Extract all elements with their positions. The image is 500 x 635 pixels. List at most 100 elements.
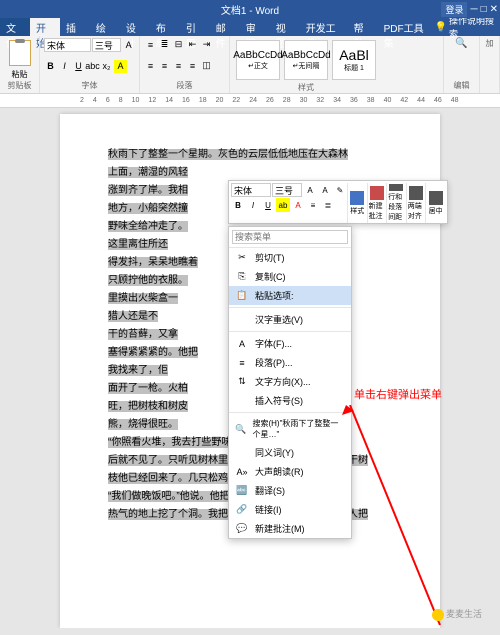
edit-group-label: 编辑: [448, 80, 475, 91]
app-title: 文档1 - Word: [221, 2, 279, 17]
link-icon: 🔗: [235, 504, 249, 516]
shading-icon[interactable]: ◫: [200, 59, 213, 72]
align-right-icon[interactable]: ≡: [172, 59, 185, 72]
window-min-icon[interactable]: ─: [470, 4, 477, 15]
strike-button[interactable]: abc: [86, 60, 99, 73]
watermark-logo-icon: [432, 609, 444, 621]
mini-format-icon[interactable]: ✎: [333, 183, 347, 197]
indent-dec-icon[interactable]: ⇤: [186, 38, 199, 51]
paste-label: 粘贴: [4, 69, 35, 80]
translate-icon: 🔤: [235, 485, 249, 497]
ctx-paste-options[interactable]: 📋粘贴选项:: [229, 286, 351, 305]
clipboard-group-label: 剪贴板: [4, 80, 35, 91]
menu-refs[interactable]: 引用: [180, 18, 210, 36]
menu-dev[interactable]: 开发工具: [300, 18, 348, 36]
menu-pdf[interactable]: PDF工具集: [378, 18, 435, 36]
menu-review[interactable]: 审阅: [240, 18, 270, 36]
mini-toolbar: 宋体 三号 A A ✎ B I U ab A ≡ ≣ 样式 新建批注 行和段落间…: [228, 180, 448, 224]
ruler[interactable]: 2468101214161820222426283032343638404244…: [0, 94, 500, 108]
menu-design[interactable]: 设计: [120, 18, 150, 36]
ctx-hanzi[interactable]: 汉字重选(V): [229, 310, 351, 329]
mini-size-select[interactable]: 三号: [272, 183, 302, 197]
window-close-icon[interactable]: ✕: [490, 4, 498, 15]
ctx-search-input[interactable]: [232, 230, 348, 244]
grow-font-icon[interactable]: A: [122, 38, 135, 51]
context-menu: ✂剪切(T) ⎘复制(C) 📋粘贴选项: 汉字重选(V) A字体(F)... ≡…: [228, 226, 352, 539]
ctx-para[interactable]: ≡段落(P)...: [229, 353, 351, 372]
ctx-font[interactable]: A字体(F)...: [229, 334, 351, 353]
sub-button[interactable]: x₂: [100, 60, 113, 73]
menu-view[interactable]: 视图: [270, 18, 300, 36]
style-nospacing[interactable]: AaBbCcDd↵无间隔: [284, 40, 328, 80]
font-name-select[interactable]: 宋体: [44, 38, 91, 52]
ctx-cut[interactable]: ✂剪切(T): [229, 248, 351, 267]
underline-button[interactable]: U: [72, 60, 85, 73]
ctx-synonym[interactable]: 同义词(Y): [229, 443, 351, 462]
mini-bold[interactable]: B: [231, 198, 245, 212]
mini-line-spacing[interactable]: 行和段落间距: [386, 183, 406, 223]
menu-file[interactable]: 文件: [0, 18, 30, 36]
watermark: 麦麦生活: [432, 607, 482, 621]
comment-icon: 💬: [235, 523, 249, 535]
mini-highlight[interactable]: ab: [276, 198, 290, 212]
style-heading1[interactable]: AaBl标题 1: [332, 40, 376, 80]
speaker-icon: A»: [235, 466, 249, 478]
para-dialog-icon: ≡: [235, 357, 249, 369]
mini-justify[interactable]: 两端对齐: [406, 183, 426, 223]
menu-home[interactable]: 开始: [30, 18, 60, 36]
mini-color[interactable]: A: [291, 198, 305, 212]
paste-icon[interactable]: [9, 40, 31, 66]
doc-text[interactable]: 秋雨下了整整一个星期。灰色的云层低低地压在大森林: [108, 149, 348, 160]
ctx-search[interactable]: 🔍搜索(H)"秋雨下了整整一个星…": [229, 415, 351, 443]
font-dialog-icon: A: [235, 338, 249, 350]
align-left-icon[interactable]: ≡: [144, 59, 157, 72]
ctx-translate[interactable]: 🔤翻译(S): [229, 481, 351, 500]
mini-numbering[interactable]: ≣: [321, 198, 335, 212]
ctx-copy[interactable]: ⎘复制(C): [229, 267, 351, 286]
ctx-read-aloud[interactable]: A»大声朗读(R): [229, 462, 351, 481]
styles-group-label: 样式: [234, 82, 378, 93]
annotation-arrow: [400, 405, 402, 625]
addin-group-label: 加: [484, 38, 495, 49]
mini-italic[interactable]: I: [246, 198, 260, 212]
mini-new-comment[interactable]: 新建批注: [367, 183, 387, 223]
mini-center[interactable]: 居中: [425, 183, 445, 223]
ctx-new-comment[interactable]: 💬新建批注(M): [229, 519, 351, 538]
justify-icon[interactable]: ≡: [186, 59, 199, 72]
annotation-text: 单击右键弹出菜单: [354, 386, 442, 402]
para-group-label: 段落: [144, 80, 225, 91]
menu-help[interactable]: 帮助: [348, 18, 378, 36]
indent-inc-icon[interactable]: ⇥: [200, 38, 213, 51]
menu-layout[interactable]: 布局: [150, 18, 180, 36]
login-button[interactable]: 登录: [441, 2, 467, 17]
find-icon[interactable]: 🔍: [448, 38, 475, 49]
menu-mail[interactable]: 邮件: [210, 18, 240, 36]
italic-button[interactable]: I: [58, 60, 71, 73]
highlight-button[interactable]: A: [114, 60, 127, 73]
ctx-symbol[interactable]: 插入符号(S): [229, 391, 351, 410]
mini-underline[interactable]: U: [261, 198, 275, 212]
mini-styles[interactable]: 样式: [347, 183, 367, 223]
bullets-icon[interactable]: ≡: [144, 38, 157, 51]
cut-icon: ✂: [235, 252, 249, 264]
ctx-text-dir[interactable]: ⇅文字方向(X)...: [229, 372, 351, 391]
numbering-icon[interactable]: ≣: [158, 38, 171, 51]
multilevel-icon[interactable]: ⊟: [172, 38, 185, 51]
menu-draw[interactable]: 绘图: [90, 18, 120, 36]
ctx-link[interactable]: 🔗链接(I): [229, 500, 351, 519]
copy-icon: ⎘: [235, 271, 249, 283]
menu-insert[interactable]: 插入: [60, 18, 90, 36]
font-group-label: 字体: [44, 80, 135, 91]
mini-bullets[interactable]: ≡: [306, 198, 320, 212]
paste-opt-icon: 📋: [235, 290, 249, 302]
align-center-icon[interactable]: ≡: [158, 59, 171, 72]
style-normal[interactable]: AaBbCcDd↵正文: [236, 40, 280, 80]
mini-font-select[interactable]: 宋体: [231, 183, 271, 197]
window-max-icon[interactable]: □: [481, 4, 487, 15]
font-size-select[interactable]: 三号: [92, 38, 121, 52]
mini-shrink-icon[interactable]: A: [318, 183, 332, 197]
mini-grow-icon[interactable]: A: [303, 183, 317, 197]
text-dir-icon: ⇅: [235, 376, 249, 388]
tell-me-icon: 💡: [435, 22, 447, 33]
bold-button[interactable]: B: [44, 60, 57, 73]
